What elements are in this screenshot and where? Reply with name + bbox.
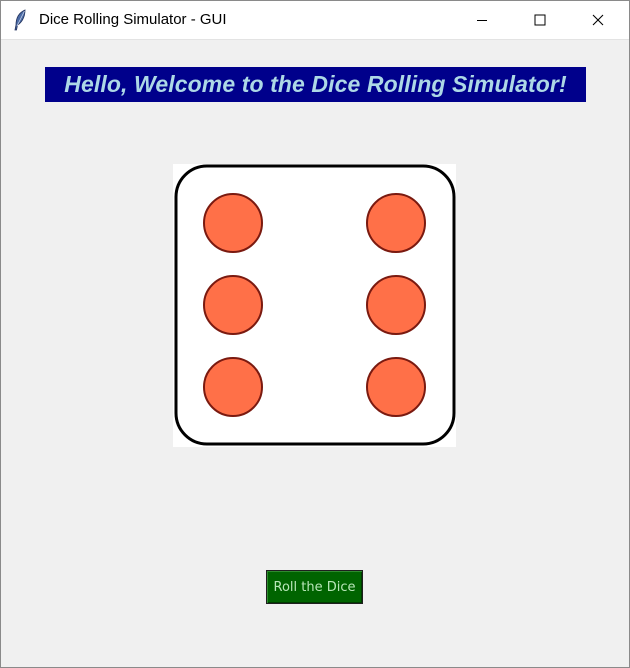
dice-pip xyxy=(366,193,426,253)
client-area: Hello, Welcome to the Dice Rolling Simul… xyxy=(1,40,629,667)
roll-dice-button[interactable]: Roll the Dice xyxy=(266,570,363,604)
maximize-button[interactable] xyxy=(511,1,569,39)
app-window: Dice Rolling Simulator - GUI Hello, Welc… xyxy=(0,0,630,668)
close-icon xyxy=(592,14,604,26)
roll-dice-label: Roll the Dice xyxy=(273,579,356,595)
dice-pip xyxy=(366,275,426,335)
title-bar[interactable]: Dice Rolling Simulator - GUI xyxy=(1,1,629,40)
dice-pip xyxy=(203,275,263,335)
minimize-icon xyxy=(476,14,488,26)
dice-pip xyxy=(203,193,263,253)
window-title: Dice Rolling Simulator - GUI xyxy=(39,11,227,28)
dice-canvas xyxy=(173,164,456,447)
dice-pip xyxy=(366,357,426,417)
feather-icon xyxy=(12,9,28,31)
maximize-icon xyxy=(534,14,546,26)
close-button[interactable] xyxy=(569,1,627,39)
welcome-text: Hello, Welcome to the Dice Rolling Simul… xyxy=(64,71,567,97)
dice-face xyxy=(174,164,456,446)
dice-pip xyxy=(203,357,263,417)
minimize-button[interactable] xyxy=(453,1,511,39)
welcome-banner: Hello, Welcome to the Dice Rolling Simul… xyxy=(45,67,586,102)
